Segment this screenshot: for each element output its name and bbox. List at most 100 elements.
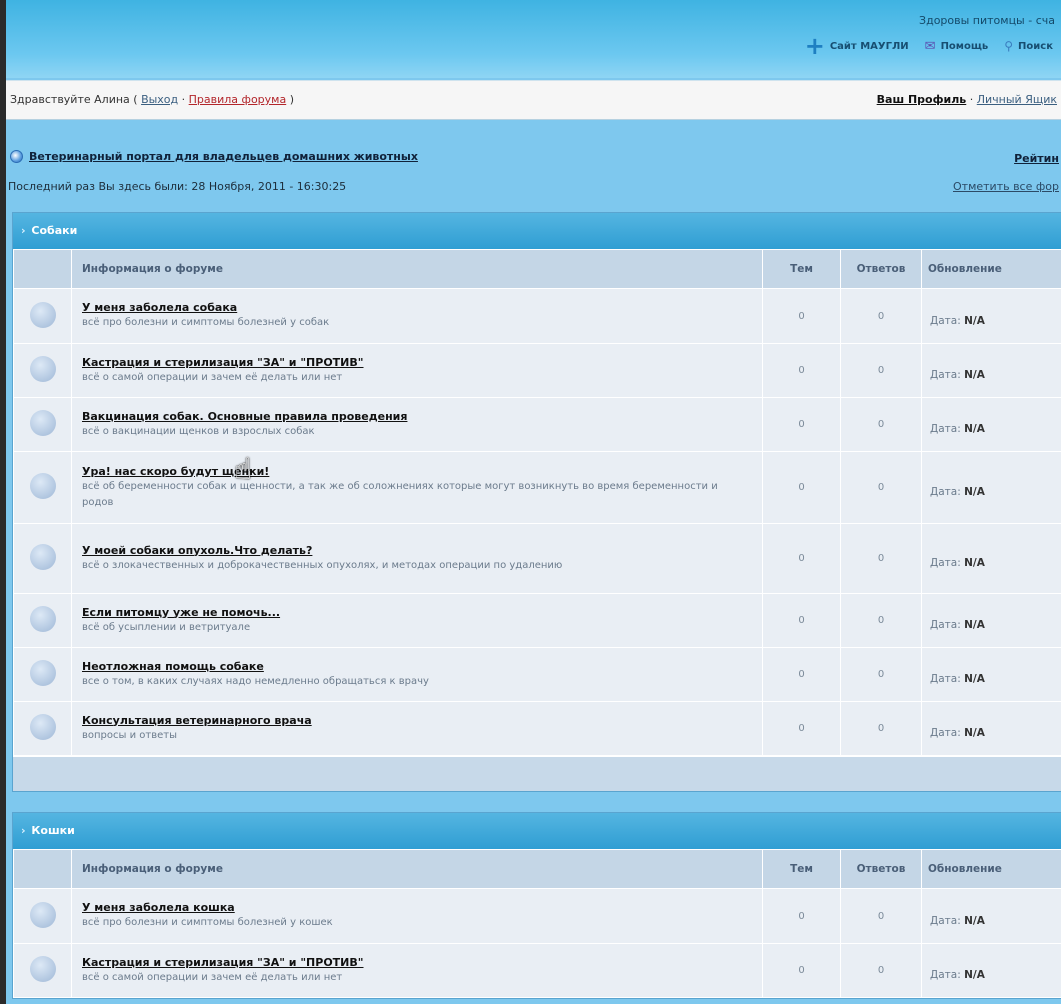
category-cats: › Кошки Информация о форуме Тем Ответов … xyxy=(12,812,1061,999)
header-banner: Здоровы питомцы - сча + Сайт МАУГЛИ ✉ По… xyxy=(6,0,1061,78)
topics-count: 0 xyxy=(762,647,841,702)
forum-status-icon xyxy=(29,606,56,632)
date-label: Дата: xyxy=(930,486,961,498)
replies-count: 0 xyxy=(840,943,922,998)
help-link[interactable]: ✉ Помощь xyxy=(925,39,989,54)
mark-all-read-link[interactable]: Отметить все фор xyxy=(953,180,1059,193)
replies-count: 0 xyxy=(840,701,922,756)
forum-description: всё о самой операции и зачем её делать и… xyxy=(82,971,343,983)
forum-description: всё о самой операции и зачем её делать и… xyxy=(82,371,343,383)
forum-title-link[interactable]: У меня заболела кошка xyxy=(82,901,752,914)
rating-link[interactable]: Рейтин xyxy=(1014,152,1059,165)
greeting: Здравствуйте Алина ( Выход · Правила фор… xyxy=(10,93,294,106)
topics-column-header: Тем xyxy=(762,249,841,289)
forum-title-link[interactable]: Неотложная помощь собаке xyxy=(82,660,752,673)
separator: · xyxy=(969,93,977,106)
last-update: Дата: N/A xyxy=(921,451,1061,524)
help-icon: ✉ xyxy=(924,38,936,54)
topics-count: 0 xyxy=(762,943,841,998)
forum-info: Неотложная помощь собаке все о том, в как… xyxy=(71,647,763,702)
forum-status-icon xyxy=(29,901,56,928)
date-value: N/A xyxy=(964,486,985,498)
category-footer xyxy=(13,756,1061,791)
greeting-close: ) xyxy=(289,93,294,106)
date-value: N/A xyxy=(964,673,985,685)
table-row: У моей собаки опухоль.Что делать? всё о з… xyxy=(13,523,1061,594)
category-header[interactable]: › Кошки xyxy=(13,813,1061,849)
topics-count: 0 xyxy=(762,343,841,398)
replies-count: 0 xyxy=(840,397,922,452)
forum-status-icon xyxy=(29,714,56,740)
forum-info: Кастрация и стерилизация "ЗА" и "ПРОТИВ"… xyxy=(71,943,763,998)
replies-count: 0 xyxy=(840,593,922,648)
profile-link[interactable]: Ваш Профиль xyxy=(877,93,967,106)
site-link[interactable]: + Сайт МАУГЛИ xyxy=(804,32,909,60)
forum-title-link[interactable]: Кастрация и стерилизация "ЗА" и "ПРОТИВ" xyxy=(82,356,752,369)
site-slogan: Здоровы питомцы - сча xyxy=(919,14,1055,27)
chevron-right-icon: › xyxy=(21,224,26,237)
logout-link[interactable]: Выход xyxy=(141,93,178,106)
category-title: Кошки xyxy=(31,824,75,837)
forum-description: всё о вакцинации щенков и взрослых собак xyxy=(82,425,315,437)
replies-count: 0 xyxy=(840,888,922,944)
topics-count: 0 xyxy=(762,888,841,944)
portal-link[interactable]: Ветеринарный портал для владельцев домаш… xyxy=(29,150,418,163)
forum-info: Если питомцу уже не помочь... всё об усып… xyxy=(71,593,763,648)
last-update: Дата: N/A xyxy=(921,593,1061,648)
greeting-text: Здравствуйте Алина ( xyxy=(10,93,138,106)
date-label: Дата: xyxy=(930,673,961,685)
mailbox-link[interactable]: Личный Ящик xyxy=(977,93,1057,106)
last-update: Дата: N/A xyxy=(921,943,1061,998)
site-link-label: Сайт МАУГЛИ xyxy=(829,40,909,52)
forum-icon-cell xyxy=(13,288,72,344)
forum-description: всё про болезни и симптомы болезней у ко… xyxy=(82,917,333,928)
last-update: Дата: N/A xyxy=(921,397,1061,452)
forum-info: У меня заболела кошка всё про болезни и с… xyxy=(71,888,763,944)
search-link[interactable]: ⚲ Поиск xyxy=(1004,39,1053,53)
forum-status-icon xyxy=(29,473,56,499)
forum-title-link[interactable]: У меня заболела собака xyxy=(82,301,752,314)
date-value: N/A xyxy=(964,969,985,981)
last-update: Дата: N/A xyxy=(921,288,1061,344)
forum-title-link[interactable]: Консультация ветеринарного врача xyxy=(82,714,752,727)
icon-column-header xyxy=(13,849,72,889)
forum-title-link[interactable]: Кастрация и стерилизация "ЗА" и "ПРОТИВ" xyxy=(82,956,752,969)
forum-title-link[interactable]: Ура! нас скоро будут щенки! xyxy=(82,465,752,478)
date-label: Дата: xyxy=(930,557,961,569)
forum-title-link[interactable]: У моей собаки опухоль.Что делать? xyxy=(82,544,752,557)
forum-title-link[interactable]: Если питомцу уже не помочь... xyxy=(82,606,752,619)
category-title: Собаки xyxy=(31,224,78,237)
last-update: Дата: N/A xyxy=(921,647,1061,702)
date-value: N/A xyxy=(964,369,985,381)
forum-icon-cell xyxy=(13,451,72,524)
date-value: N/A xyxy=(964,314,985,327)
plus-icon: + xyxy=(804,32,825,60)
table-row: Кастрация и стерилизация "ЗА" и "ПРОТИВ"… xyxy=(13,943,1061,998)
table-row: Если питомцу уже не помочь... всё об усып… xyxy=(13,593,1061,648)
date-label: Дата: xyxy=(930,969,961,981)
forum-status-icon xyxy=(29,356,56,382)
updated-column-header: Обновление xyxy=(921,249,1061,289)
topics-count: 0 xyxy=(762,701,841,756)
updated-column-header: Обновление xyxy=(921,849,1061,889)
forum-icon-cell xyxy=(13,523,72,594)
forum-title-link[interactable]: Вакцинация собак. Основные правила прове… xyxy=(82,410,752,423)
navigation-area: Ветеринарный портал для владельцев домаш… xyxy=(6,120,1061,212)
replies-count: 0 xyxy=(840,451,922,524)
forum-icon-cell xyxy=(13,647,72,702)
topics-column-header: Тем xyxy=(762,849,841,889)
category-header[interactable]: › Собаки xyxy=(13,213,1061,249)
hand-cursor-icon: ☝ xyxy=(234,452,253,487)
forum-description: все о том, в каких случаях надо немедлен… xyxy=(82,675,429,687)
topics-count: 0 xyxy=(762,523,841,594)
user-bar: Здравствуйте Алина ( Выход · Правила фор… xyxy=(6,80,1061,120)
forum-info: Кастрация и стерилизация "ЗА" и "ПРОТИВ"… xyxy=(71,343,763,398)
table-row: Кастрация и стерилизация "ЗА" и "ПРОТИВ"… xyxy=(13,343,1061,398)
icon-column-header xyxy=(13,249,72,289)
table-row: У меня заболела кошка всё про болезни и с… xyxy=(13,888,1061,944)
forum-status-icon xyxy=(29,410,56,436)
rules-link[interactable]: Правила форума xyxy=(189,93,287,106)
date-label: Дата: xyxy=(930,619,961,631)
date-value: N/A xyxy=(964,727,985,739)
forum-table: Информация о форуме Тем Ответов Обновлен… xyxy=(13,249,1061,756)
